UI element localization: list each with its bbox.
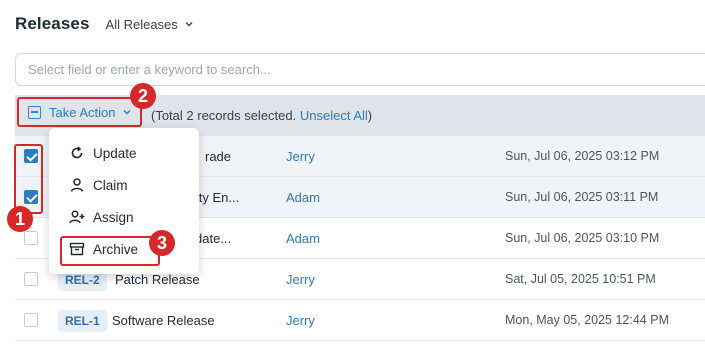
search-input[interactable]: [28, 62, 702, 77]
menu-item-update[interactable]: Update: [49, 138, 199, 168]
owner-link[interactable]: Adam: [286, 190, 320, 205]
release-name[interactable]: date...: [195, 231, 231, 246]
row-checkbox[interactable]: [24, 313, 38, 327]
owner-link[interactable]: Adam: [286, 231, 320, 246]
owner-link[interactable]: Jerry: [286, 272, 315, 287]
view-selector[interactable]: All Releases: [106, 17, 194, 32]
refresh-icon: [71, 146, 83, 159]
menu-item-claim[interactable]: Claim: [49, 170, 199, 200]
take-action-button[interactable]: Take Action: [17, 97, 142, 127]
release-name[interactable]: Software Release: [112, 313, 215, 328]
table-row[interactable]: REL-1 Software Release Jerry Mon, May 05…: [15, 300, 705, 341]
release-name[interactable]: rade: [205, 149, 231, 164]
created-date: Mon, May 05, 2025 12:44 PM: [505, 313, 669, 327]
archive-highlight: [60, 236, 160, 266]
owner-link[interactable]: Jerry: [286, 149, 315, 164]
step-badge-3: 3: [149, 230, 175, 256]
selection-suffix: ): [367, 108, 373, 123]
release-id-badge[interactable]: REL-1: [58, 310, 107, 332]
view-selector-label: All Releases: [105, 16, 178, 32]
owner-link[interactable]: Jerry: [286, 313, 315, 328]
selection-info: (Total 2 records selected. Unselect All): [151, 108, 372, 123]
release-name[interactable]: lity En...: [193, 190, 239, 205]
row-checkbox[interactable]: [24, 231, 38, 245]
row-checkbox[interactable]: [24, 272, 38, 286]
search-bar[interactable]: [15, 53, 705, 86]
menu-item-assign[interactable]: Assign: [49, 202, 199, 232]
menu-item-label: Assign: [93, 209, 134, 225]
page-header: Releases All Releases: [15, 14, 194, 34]
unselect-all-link[interactable]: Unselect All: [300, 108, 368, 123]
created-date: Sun, Jul 06, 2025 03:11 PM: [505, 190, 659, 204]
user-plus-icon: [69, 210, 85, 224]
created-date: Sat, Jul 05, 2025 10:51 PM: [505, 272, 656, 286]
selected-checkboxes-highlight: [14, 144, 43, 214]
chevron-down-icon: [185, 22, 193, 27]
step-badge-1: 1: [7, 206, 33, 232]
step-badge-2: 2: [130, 83, 156, 109]
created-date: Sun, Jul 06, 2025 03:10 PM: [505, 231, 660, 245]
release-name[interactable]: Patch Release: [115, 272, 200, 287]
created-date: Sun, Jul 06, 2025 03:12 PM: [505, 149, 660, 163]
selection-count-text: (Total 2 records selected.: [151, 108, 300, 123]
page-title: Releases: [15, 14, 90, 33]
user-icon: [70, 178, 84, 192]
chevron-down-icon: [123, 110, 130, 115]
menu-item-label: Claim: [93, 177, 128, 193]
take-action-menu: Update Claim Assign Archive: [49, 128, 199, 274]
menu-item-label: Update: [93, 145, 137, 161]
partial-select-checkbox[interactable]: [28, 105, 41, 119]
take-action-label: Take Action: [49, 104, 116, 120]
